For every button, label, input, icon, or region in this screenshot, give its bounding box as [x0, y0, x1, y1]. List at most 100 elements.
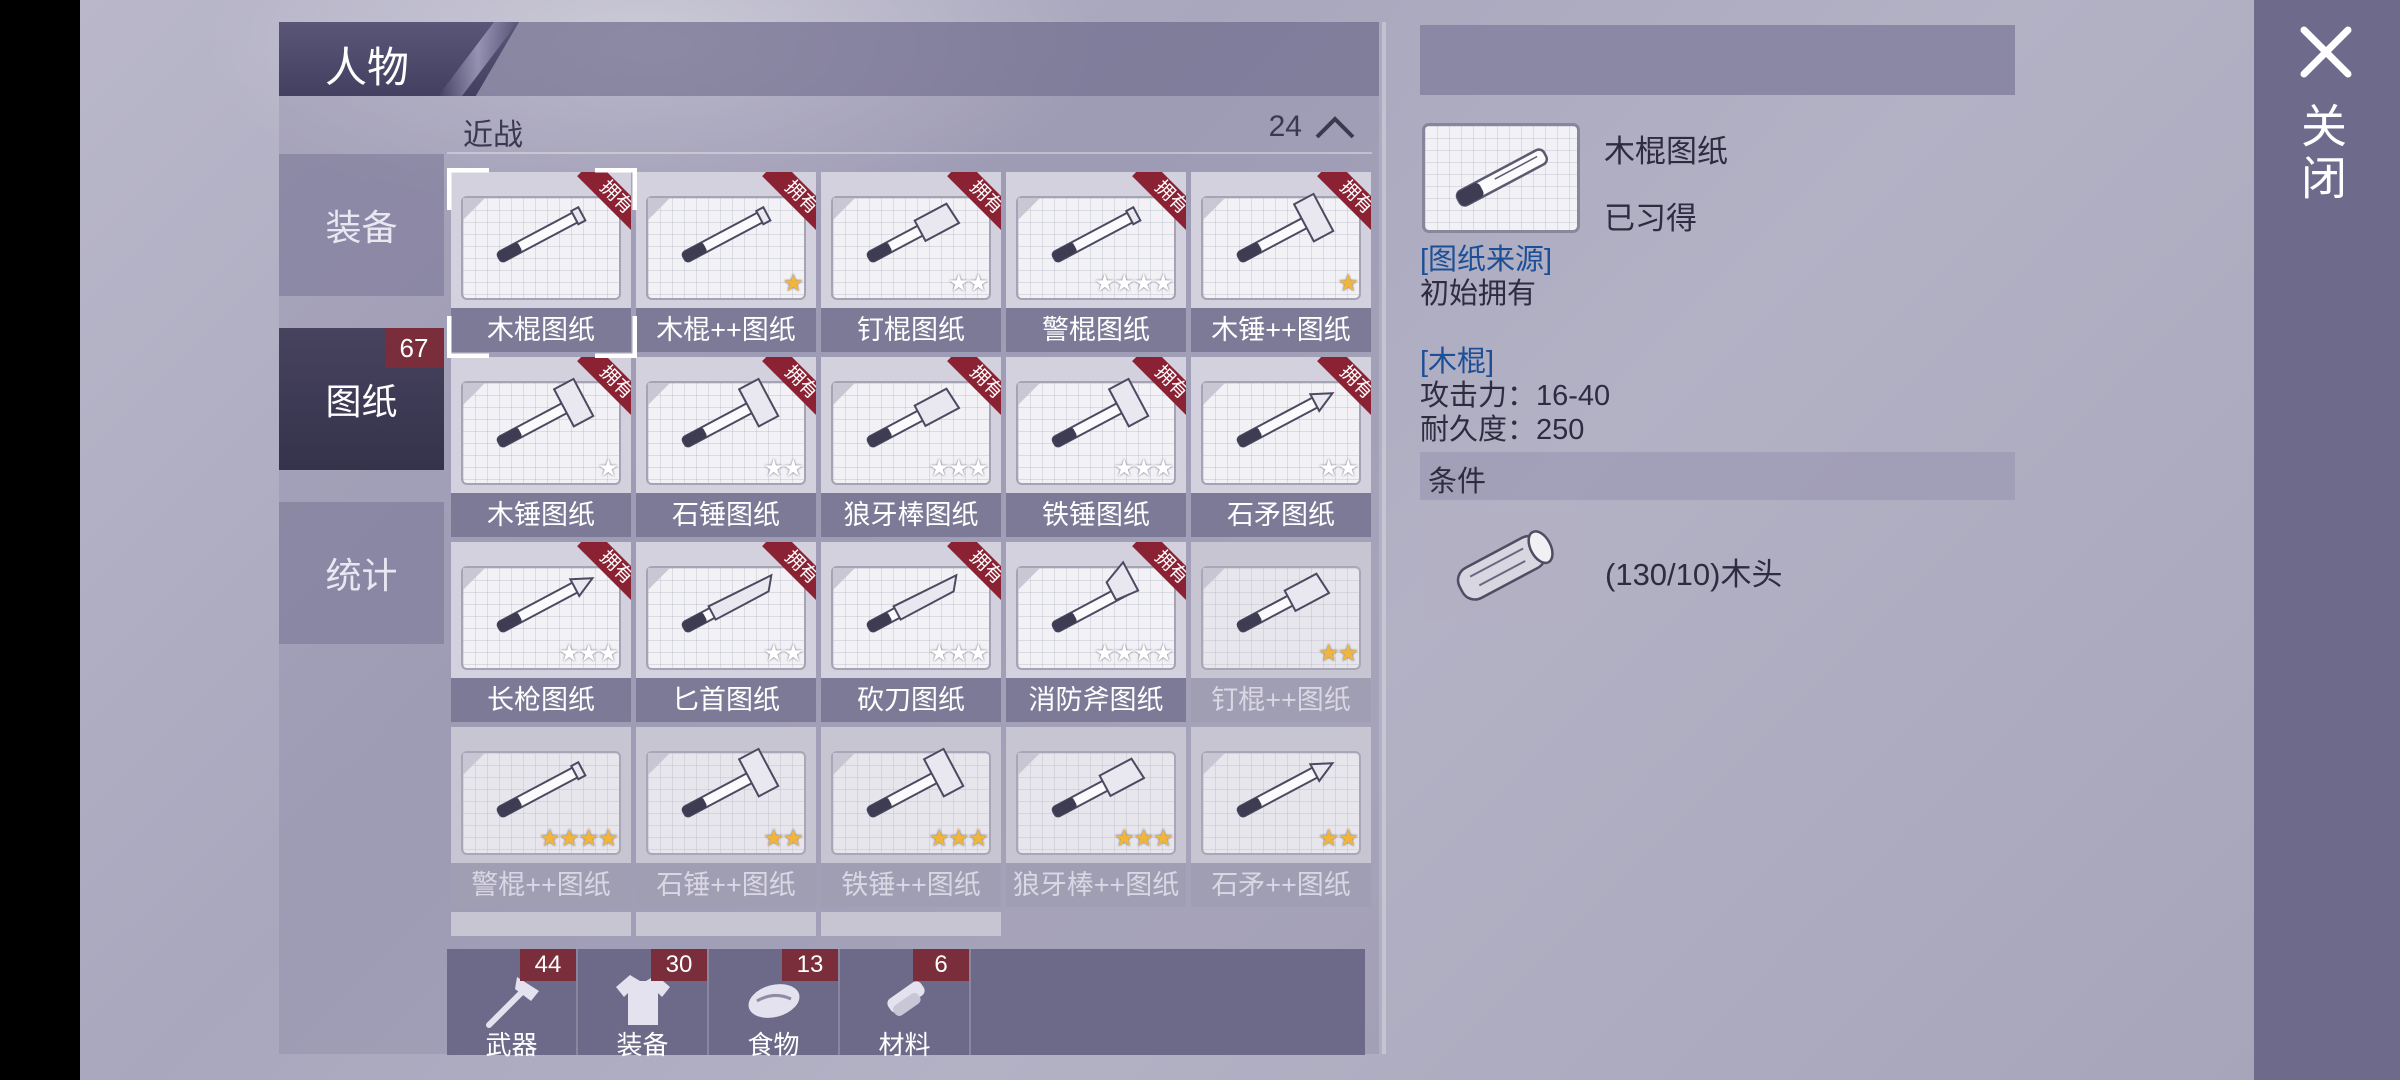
blueprint-card-label: 消防斧图纸 — [1006, 678, 1186, 722]
star-rating: ★ — [782, 270, 803, 297]
blueprint-card[interactable]: ★ 拥有 木棍++图纸 — [636, 172, 816, 352]
blueprint-card-label: 木棍图纸 — [451, 308, 631, 352]
material-slot[interactable] — [1425, 512, 1582, 619]
blueprint-card[interactable]: ★★★★ 警棍++图纸 — [451, 727, 631, 907]
chevron-up-icon[interactable] — [1314, 114, 1356, 140]
blueprint-thumbnail: ★ 拥有 — [1191, 172, 1371, 308]
star-rating: ★★★ — [1113, 825, 1174, 852]
blueprints-count-badge: 67 — [385, 328, 443, 368]
owned-ribbon-label: 拥有 — [762, 542, 816, 602]
star-rating: ★★ — [762, 640, 804, 667]
owned-ribbon-label: 拥有 — [1132, 542, 1186, 602]
owned-ribbon-label: 拥有 — [577, 542, 631, 602]
owned-ribbon-label: 拥有 — [947, 542, 1001, 602]
blueprint-card-partial[interactable] — [451, 912, 631, 936]
blueprint-thumbnail — [821, 912, 1001, 936]
blueprint-card-partial[interactable] — [636, 912, 816, 936]
star-rating: ★★★★ — [1093, 640, 1174, 667]
blueprint-thumbnail: ★★ — [636, 727, 816, 863]
blueprint-card-label: 石锤++图纸 — [636, 863, 816, 907]
detail-header-bar — [1420, 25, 2015, 95]
bottom-tab-badge: 13 — [782, 949, 838, 981]
star-rating: ★★★ — [558, 640, 619, 667]
bottom-tab-food[interactable]: 食物 13 — [709, 949, 840, 1060]
star-rating: ★★★ — [928, 825, 989, 852]
blueprint-card-partial[interactable] — [821, 912, 1001, 936]
star-rating: ★★ — [762, 825, 804, 852]
blueprint-card-label: 石矛++图纸 — [1191, 863, 1371, 907]
blueprint-card-label: 木锤++图纸 — [1191, 308, 1371, 352]
blueprint-card[interactable]: ★★★ 拥有 狼牙棒图纸 — [821, 357, 1001, 537]
blueprint-card[interactable]: ★★ 石矛++图纸 — [1191, 727, 1371, 907]
blueprint-thumbnail: ★★★ 拥有 — [821, 542, 1001, 678]
star-rating: ★★ — [762, 455, 804, 482]
detail-item-name: 木棍图纸 — [1604, 134, 1728, 169]
bottom-tab-badge: 6 — [913, 949, 969, 981]
star-rating: ★★ — [1317, 640, 1359, 667]
bottom-tab-label: 装备 — [616, 1030, 669, 1060]
owned-ribbon-label: 拥有 — [1132, 357, 1186, 417]
blueprint-thumbnail: ★★★ — [1006, 727, 1186, 863]
blueprint-card-label: 长枪图纸 — [451, 678, 631, 722]
blueprint-thumbnail: ★★ 拥有 — [821, 172, 1001, 308]
wooden-stick-icon — [1455, 148, 1549, 207]
side-tab-equipment[interactable]: 装备 — [279, 154, 444, 296]
blueprint-thumbnail: ★★★ 拥有 — [821, 357, 1001, 493]
spiked-club-icon — [1051, 757, 1146, 818]
close-icon[interactable] — [2296, 22, 2356, 82]
owned-ribbon-label: 拥有 — [947, 172, 1001, 232]
owned-ribbon: 拥有 — [1126, 357, 1186, 417]
blueprint-thumbnail: ★★★ 拥有 — [1006, 357, 1186, 493]
star-rating: ★★ — [1317, 455, 1359, 482]
blueprint-card[interactable]: 拥有木棍图纸 — [451, 172, 631, 352]
page-title: 人物 — [325, 44, 410, 91]
blueprint-card[interactable]: ★★ 拥有 匕首图纸 — [636, 542, 816, 722]
star-rating: ★ — [1337, 270, 1358, 297]
owned-ribbon: 拥有 — [571, 172, 631, 232]
owned-ribbon: 拥有 — [1126, 172, 1186, 232]
blueprint-card-label: 警棍++图纸 — [451, 863, 631, 907]
blueprint-card[interactable]: ★★ 拥有 石锤图纸 — [636, 357, 816, 537]
bottom-tab-materials[interactable]: 材料 6 — [840, 949, 971, 1060]
wood-log-icon — [1456, 530, 1554, 601]
owned-ribbon-label: 拥有 — [1132, 172, 1186, 232]
blueprint-card-label: 木棍++图纸 — [636, 308, 816, 352]
close-button[interactable]: 关闭 — [2295, 102, 2354, 206]
blueprint-thumbnail: ★★★ 拥有 — [451, 542, 631, 678]
stone-spear-icon — [1236, 762, 1335, 818]
owned-ribbon-label: 拥有 — [762, 357, 816, 417]
blueprint-thumbnail: ★ 拥有 — [451, 357, 631, 493]
blueprint-card[interactable]: ★★ 钉棍++图纸 — [1191, 542, 1371, 722]
blueprint-card[interactable]: ★ 拥有 木锤图纸 — [451, 357, 631, 537]
baton-icon — [496, 760, 587, 818]
blueprint-thumbnail — [451, 912, 631, 936]
blueprint-card[interactable]: ★ 拥有木锤++图纸 — [1191, 172, 1371, 352]
blueprint-thumbnail: ★ 拥有 — [636, 172, 816, 308]
blueprint-thumbnail: ★★★★ 拥有 — [1006, 542, 1186, 678]
blueprint-card-label: 狼牙棒++图纸 — [1006, 863, 1186, 907]
star-rating: ★★ — [1317, 825, 1359, 852]
blueprint-card[interactable]: ★★★ 拥有 砍刀图纸 — [821, 542, 1001, 722]
blueprint-card[interactable]: ★★ 拥有 钉棍图纸 — [821, 172, 1001, 352]
owned-ribbon: 拥有 — [1311, 172, 1371, 232]
side-tab-statistics[interactable]: 统计 — [279, 502, 444, 644]
blueprint-card[interactable]: ★★ 拥有 石矛图纸 — [1191, 357, 1371, 537]
blueprint-card[interactable]: ★★★★ 拥有 警棍图纸 — [1006, 172, 1186, 352]
blueprint-thumbnail: ★★ — [1191, 542, 1371, 678]
conditions-bar — [1420, 452, 2015, 500]
owned-ribbon: 拥有 — [1311, 357, 1371, 417]
blueprint-card[interactable]: ★★★ 拥有长枪图纸 — [451, 542, 631, 722]
bottom-tab-weapons[interactable]: 武器 44 — [447, 949, 578, 1060]
blueprint-thumbnail: 拥有 — [451, 172, 631, 308]
section-header: 近战 24 — [447, 102, 1372, 154]
blueprint-card-label: 木锤图纸 — [451, 493, 631, 537]
stone-hammer-icon — [681, 747, 780, 818]
blueprint-card[interactable]: ★★ 石锤++图纸 — [636, 727, 816, 907]
blueprint-thumbnail: ★★ 拥有 — [636, 357, 816, 493]
blueprint-card[interactable]: ★★★★ 拥有消防斧图纸 — [1006, 542, 1186, 722]
blueprint-card[interactable]: ★★★ 铁锤++图纸 — [821, 727, 1001, 907]
bottom-tab-badge: 30 — [651, 949, 707, 981]
bottom-tab-equipment[interactable]: 装备 30 — [578, 949, 709, 1060]
blueprint-card[interactable]: ★★★ 狼牙棒++图纸 — [1006, 727, 1186, 907]
blueprint-card[interactable]: ★★★ 拥有 铁锤图纸 — [1006, 357, 1186, 537]
